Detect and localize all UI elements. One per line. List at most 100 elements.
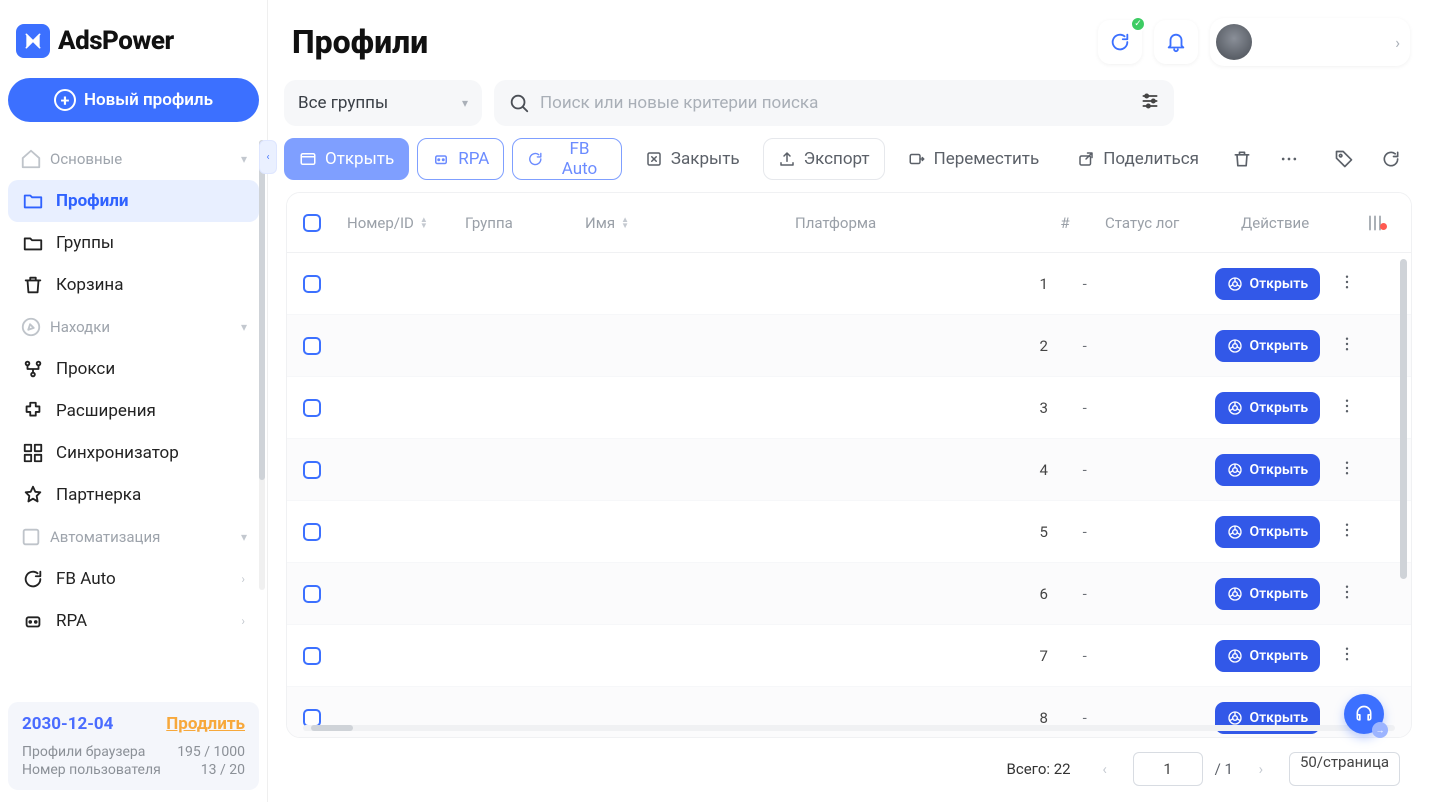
row-checkbox[interactable]: [303, 709, 321, 727]
main: Профили ✓ › Все группы ▾: [268, 0, 1430, 802]
table-row[interactable]: 1-Открыть: [287, 253, 1411, 315]
new-profile-button[interactable]: + Новый профиль: [8, 78, 259, 122]
toolbar-open-button[interactable]: Открыть: [284, 138, 409, 180]
row-more-button[interactable]: [1338, 273, 1356, 295]
license-users-label: Номер пользователя: [22, 762, 161, 778]
row-login-status: -: [1083, 461, 1190, 479]
row-open-label: Открыть: [1249, 400, 1308, 416]
sidebar-collapse-button[interactable]: ‹: [259, 140, 277, 174]
th-platform[interactable]: Платформа: [795, 214, 1025, 232]
row-open-label: Открыть: [1249, 338, 1308, 354]
pager-next-button[interactable]: ›: [1245, 753, 1277, 785]
filter-settings-icon[interactable]: [1140, 91, 1160, 115]
topbar: Профили ✓ ›: [280, 0, 1418, 76]
account-menu[interactable]: ›: [1210, 18, 1410, 66]
group-select[interactable]: Все группы ▾: [284, 80, 482, 126]
table-row[interactable]: 5-Открыть: [287, 501, 1411, 563]
sidebar: AdsPower + Новый профиль Основные ▾ Проф…: [0, 0, 268, 802]
sidebar-item-groups[interactable]: Группы: [8, 222, 259, 264]
sidebar-item-trash[interactable]: Корзина: [8, 264, 259, 306]
table-row[interactable]: 6-Открыть: [287, 563, 1411, 625]
license-renew-link[interactable]: Продлить: [166, 714, 245, 734]
chrome-icon: [1227, 338, 1243, 354]
horizontal-scrollbar[interactable]: [303, 725, 1395, 731]
pager-per-page-select[interactable]: 50/страница: [1289, 752, 1400, 786]
toolbar-rpa-label: RPA: [458, 149, 489, 169]
row-checkbox[interactable]: [303, 523, 321, 541]
horizontal-scrollbar-thumb[interactable]: [311, 725, 353, 731]
toolbar-delete-button[interactable]: [1222, 138, 1261, 180]
sidebar-item-extensions[interactable]: Расширения: [8, 390, 259, 432]
chrome-icon: [1227, 462, 1243, 478]
toolbar-tag-button[interactable]: [1324, 138, 1363, 180]
sidebar-nav-scroll[interactable]: Основные ▾ Профили Группы Корзина Находк…: [8, 138, 259, 702]
sidebar-section-main[interactable]: Основные ▾: [8, 138, 259, 180]
toolbar-refresh-button[interactable]: [1371, 138, 1410, 180]
row-open-button[interactable]: Открыть: [1215, 640, 1320, 672]
row-more-button[interactable]: [1338, 645, 1356, 667]
page-title: Профили: [292, 23, 428, 61]
section-main-label: Основные: [50, 150, 122, 168]
sync-button[interactable]: ✓: [1098, 20, 1142, 64]
row-more-button[interactable]: [1338, 521, 1356, 543]
sidebar-item-fbauto[interactable]: FB Auto ›: [8, 558, 259, 600]
support-fab[interactable]: →: [1344, 694, 1384, 734]
row-open-button[interactable]: Открыть: [1215, 392, 1320, 424]
table-row[interactable]: 4-Открыть: [287, 439, 1411, 501]
toolbar-fbauto-button[interactable]: FB Auto: [512, 138, 622, 180]
th-group[interactable]: Группа: [465, 214, 585, 232]
row-open-button[interactable]: Открыть: [1215, 578, 1320, 610]
sidebar-section-automation[interactable]: Автоматизация ▾: [8, 516, 259, 558]
th-login-status[interactable]: Статус лог: [1105, 214, 1215, 232]
th-hash[interactable]: #: [1025, 214, 1105, 232]
row-checkbox[interactable]: [303, 461, 321, 479]
vertical-scrollbar[interactable]: [1400, 259, 1407, 723]
row-checkbox[interactable]: [303, 399, 321, 417]
th-number-id[interactable]: Номер/ID ▲▼: [347, 214, 465, 232]
search-input[interactable]: [540, 93, 1130, 113]
sidebar-section-finds[interactable]: Находки ▾: [8, 306, 259, 348]
row-more-button[interactable]: [1338, 397, 1356, 419]
window-icon: [299, 150, 317, 168]
vertical-scrollbar-thumb[interactable]: [1400, 259, 1407, 579]
columns-config-button[interactable]: [1355, 213, 1395, 233]
th-name[interactable]: Имя ▲▼: [585, 214, 795, 232]
toolbar-more-button[interactable]: [1269, 138, 1308, 180]
toolbar-close-button[interactable]: Закрыть: [630, 138, 755, 180]
row-open-label: Открыть: [1249, 462, 1308, 478]
sidebar-scrollbar-thumb[interactable]: [259, 140, 265, 480]
toolbar-rpa-button[interactable]: RPA: [417, 138, 504, 180]
table-row[interactable]: 3-Открыть: [287, 377, 1411, 439]
toolbar-export-button[interactable]: Экспорт: [763, 138, 885, 180]
row-checkbox[interactable]: [303, 337, 321, 355]
row-open-button[interactable]: Открыть: [1215, 330, 1320, 362]
sidebar-item-affiliate[interactable]: Партнерка: [8, 474, 259, 516]
row-more-button[interactable]: [1338, 583, 1356, 605]
select-all-checkbox[interactable]: [303, 214, 321, 232]
row-more-button[interactable]: [1338, 459, 1356, 481]
sidebar-item-sync[interactable]: Синхронизатор: [8, 432, 259, 474]
row-login-status: -: [1083, 275, 1190, 293]
toolbar-share-button[interactable]: Поделиться: [1062, 138, 1214, 180]
row-checkbox[interactable]: [303, 647, 321, 665]
toolbar-move-button[interactable]: Переместить: [893, 138, 1055, 180]
sidebar-item-profiles[interactable]: Профили: [8, 180, 259, 222]
table-row[interactable]: 7-Открыть: [287, 625, 1411, 687]
table-row[interactable]: 2-Открыть: [287, 315, 1411, 377]
table-body[interactable]: 1-Открыть2-Открыть3-Открыть4-Открыть5-От…: [287, 253, 1411, 737]
row-open-button[interactable]: Открыть: [1215, 454, 1320, 486]
sidebar-item-proxy[interactable]: Прокси: [8, 348, 259, 390]
brand-name: AdsPower: [58, 26, 174, 56]
row-open-button[interactable]: Открыть: [1215, 516, 1320, 548]
arrow-icon: →: [1372, 722, 1388, 738]
sidebar-item-rpa[interactable]: RPA ›: [8, 600, 259, 642]
row-checkbox[interactable]: [303, 275, 321, 293]
notifications-button[interactable]: [1154, 20, 1198, 64]
more-vertical-icon: [1338, 583, 1356, 601]
sidebar-scrollbar[interactable]: [259, 140, 265, 590]
pager-prev-button[interactable]: ‹: [1089, 753, 1121, 785]
row-open-button[interactable]: Открыть: [1215, 268, 1320, 300]
row-checkbox[interactable]: [303, 585, 321, 603]
row-more-button[interactable]: [1338, 335, 1356, 357]
pager-page-input[interactable]: [1133, 752, 1203, 786]
